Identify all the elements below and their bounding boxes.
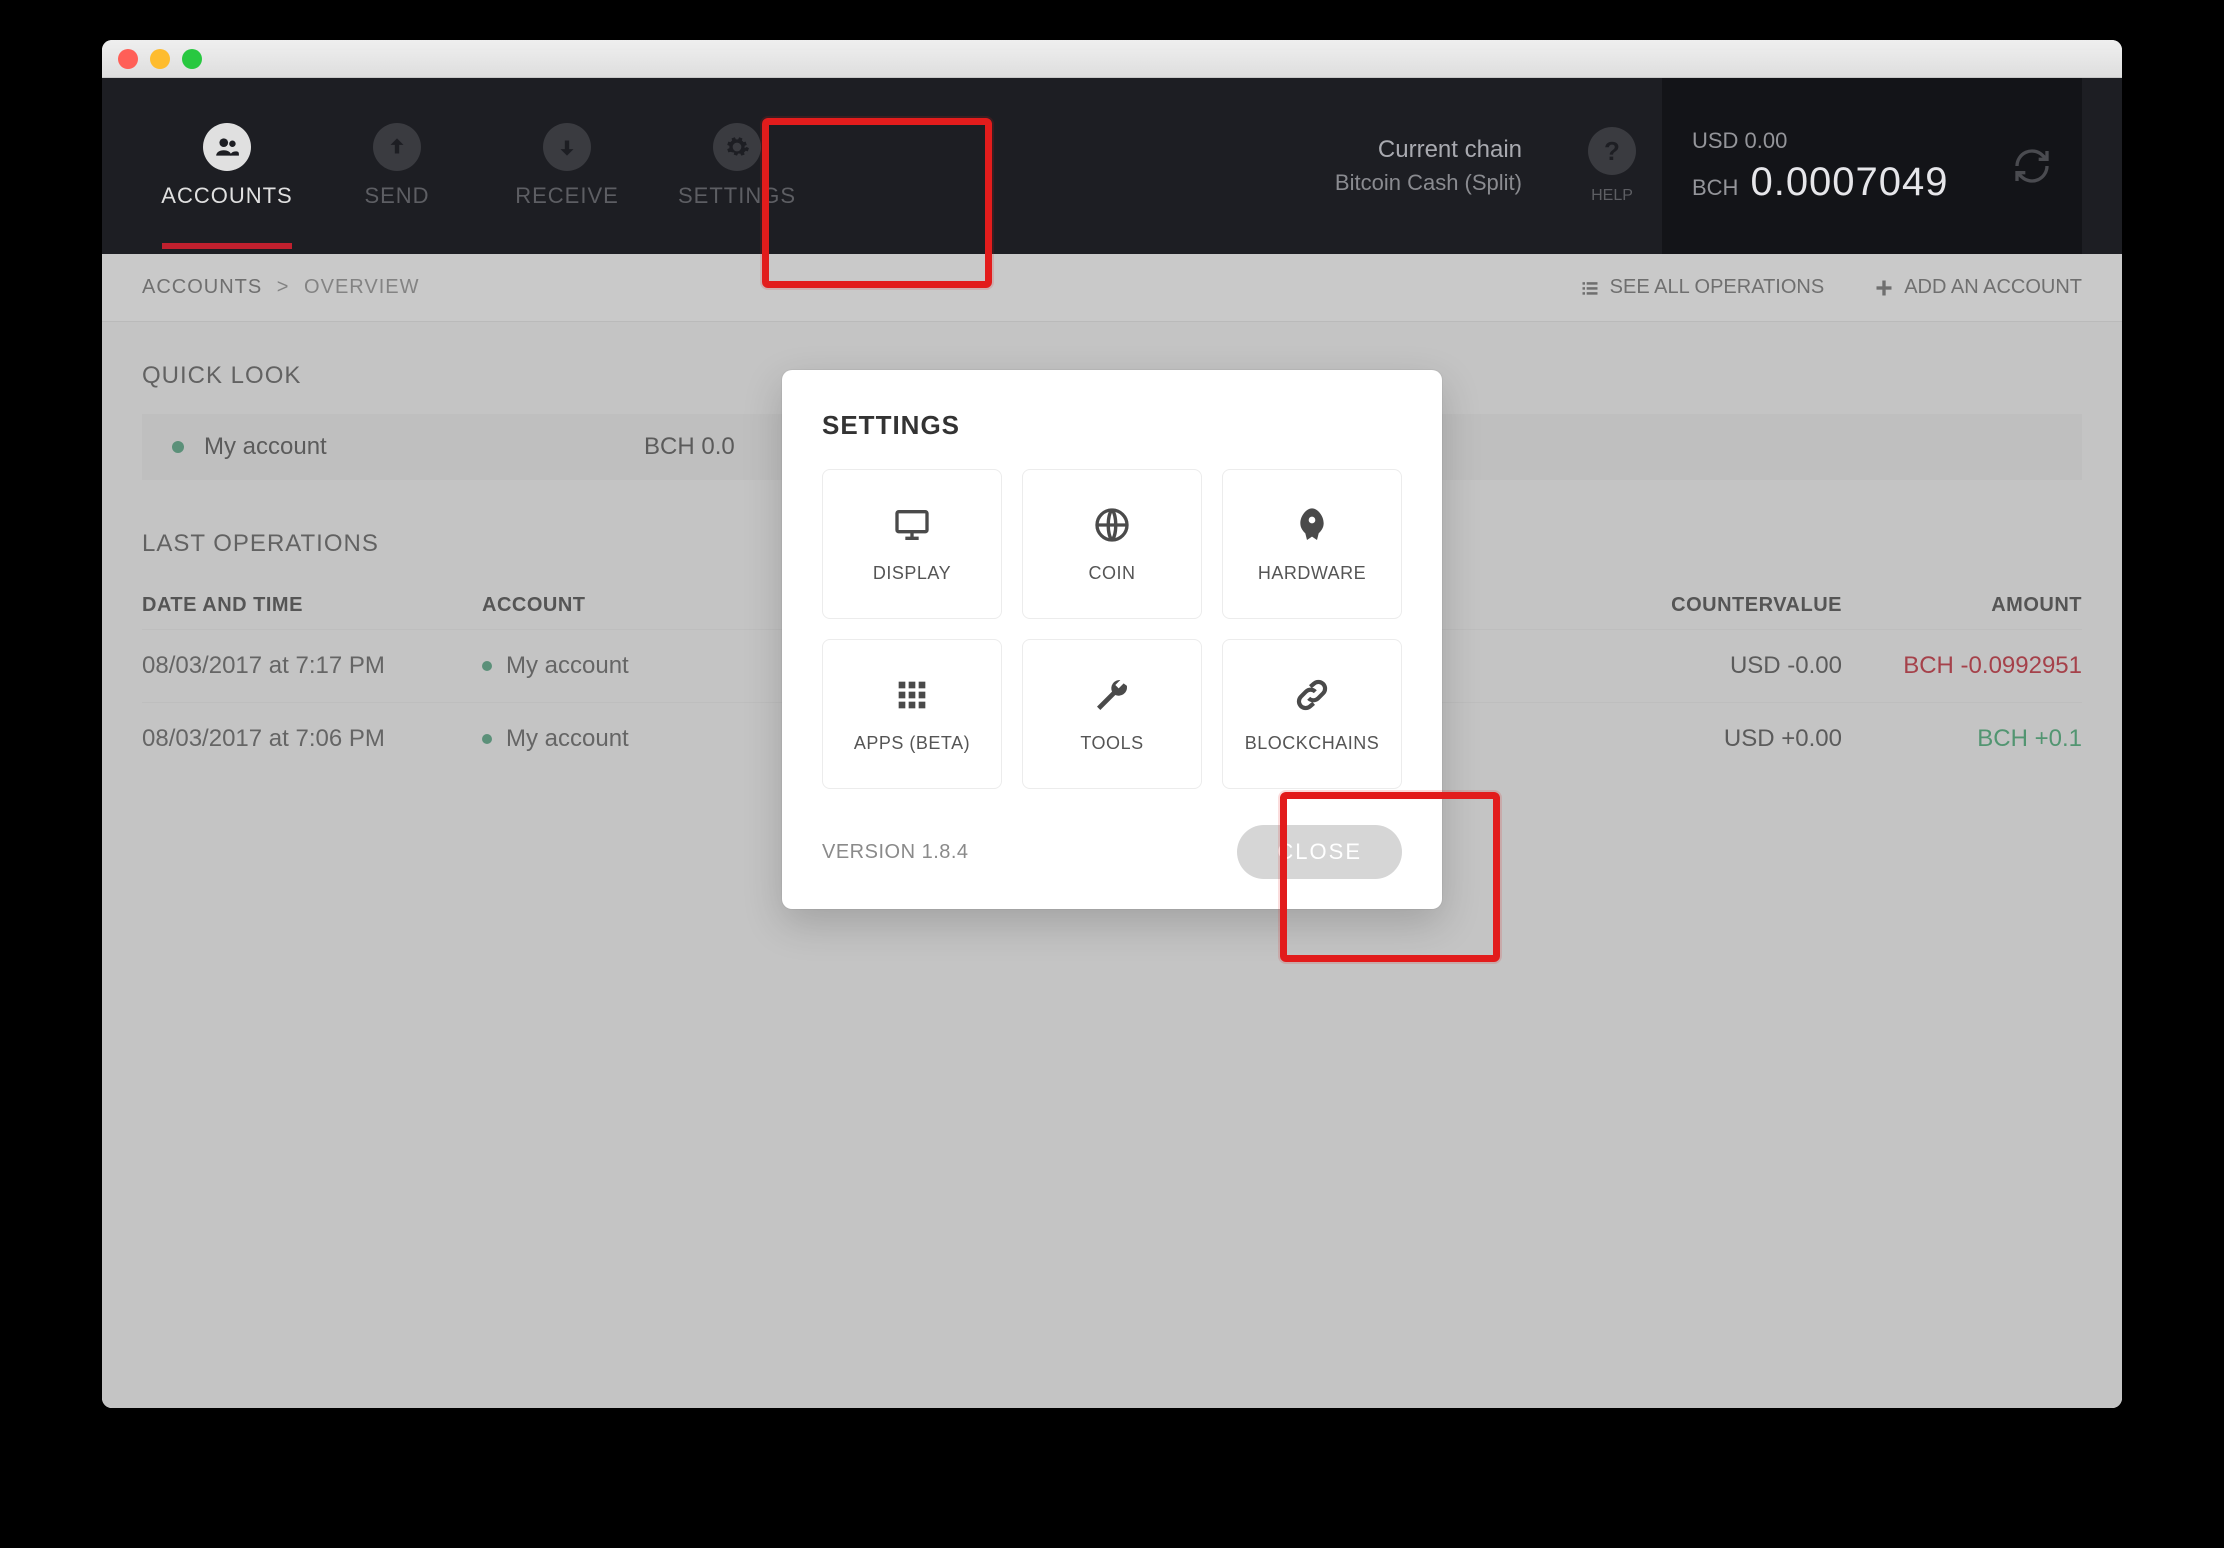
question-icon: ? [1588,127,1636,175]
nav-send[interactable]: SEND [312,123,482,209]
settings-tile-coin[interactable]: COIN [1022,469,1202,619]
nav-label: ACCOUNTS [161,183,292,209]
content-area: ACCOUNTS > OVERVIEW SEE ALL OPERATIONS A… [102,254,2122,1408]
balance-symbol: BCH [1692,175,1738,201]
settings-tile-tools[interactable]: TOOLS [1022,639,1202,789]
rocket-icon [1292,505,1332,545]
nav-accounts[interactable]: ACCOUNTS [142,123,312,209]
settings-tile-blockchains[interactable]: BLOCKCHAINS [1222,639,1402,789]
chain-name: Bitcoin Cash (Split) [1335,170,1522,196]
tile-label: TOOLS [1080,733,1143,754]
current-chain: Current chain Bitcoin Cash (Split) [1335,136,1562,196]
zoom-window-icon[interactable] [182,49,202,69]
grid-icon [892,675,932,715]
arrow-up-icon [373,123,421,171]
close-window-icon[interactable] [118,49,138,69]
close-button[interactable]: CLOSE [1237,825,1402,879]
top-nav: ACCOUNTS SEND RECEIVE SETTINGS Current c… [102,78,2122,254]
modal-title: SETTINGS [822,410,1402,441]
link-icon [1292,675,1332,715]
refresh-icon[interactable] [2012,146,2052,186]
balance-panel: USD 0.00 BCH 0.0007049 [1662,78,2082,254]
monitor-icon [892,505,932,545]
nav-receive[interactable]: RECEIVE [482,123,652,209]
tile-label: COIN [1089,563,1136,584]
settings-tile-display[interactable]: DISPLAY [822,469,1002,619]
settings-modal: SETTINGS DISPLAY COIN HARDWARE APPS (BET… [782,370,1442,909]
nav-settings[interactable]: SETTINGS [652,123,822,209]
globe-icon [1092,505,1132,545]
minimize-window-icon[interactable] [150,49,170,69]
tile-label: DISPLAY [873,563,951,584]
settings-tile-apps[interactable]: APPS (BETA) [822,639,1002,789]
nav-label: SETTINGS [678,183,796,209]
chain-title: Current chain [1335,136,1522,164]
tile-label: APPS (BETA) [854,733,970,754]
balance-amount: 0.0007049 [1750,160,1948,205]
window-titlebar [102,40,2122,78]
settings-tile-hardware[interactable]: HARDWARE [1222,469,1402,619]
tile-label: BLOCKCHAINS [1245,733,1380,754]
users-icon [203,123,251,171]
gear-icon [713,123,761,171]
balance-usd: USD 0.00 [1692,128,2052,154]
nav-label: HELP [1591,187,1633,205]
nav-help[interactable]: ? HELP [1562,127,1662,205]
nav-label: SEND [364,183,429,209]
nav-label: RECEIVE [515,183,619,209]
wrench-icon [1092,675,1132,715]
app-window: ACCOUNTS SEND RECEIVE SETTINGS Current c… [102,40,2122,1408]
arrow-down-icon [543,123,591,171]
tile-label: HARDWARE [1258,563,1366,584]
version-label: VERSION 1.8.4 [822,841,969,864]
